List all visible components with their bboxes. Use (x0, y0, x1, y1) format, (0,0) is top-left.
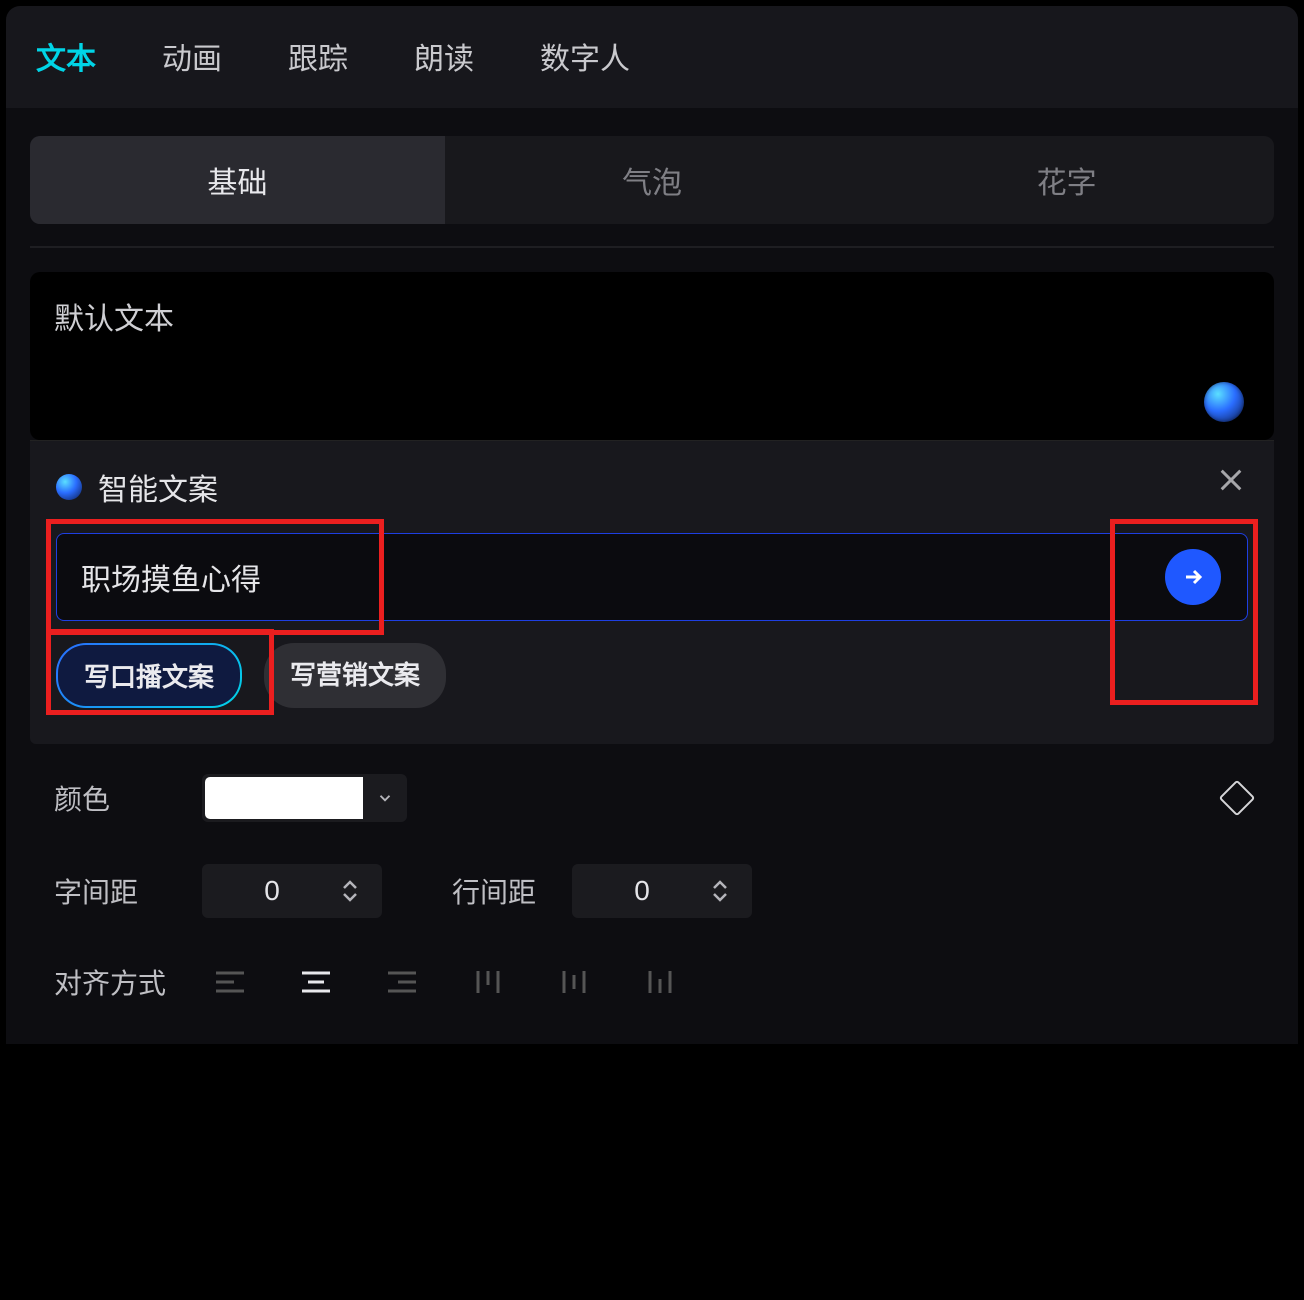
smart-copy-header: 智能文案 (56, 465, 1248, 509)
chip-broadcast-copy[interactable]: 写口播文案 (56, 643, 242, 708)
letter-spacing-field[interactable]: 0 (202, 864, 382, 918)
color-swatch (205, 777, 363, 819)
line-spacing-stepper[interactable] (712, 880, 752, 902)
alignment-label: 对齐方式 (54, 962, 202, 1002)
alignment-row: 对齐方式 (54, 960, 1250, 1004)
letter-spacing-value: 0 (202, 875, 342, 907)
align-right-button[interactable] (374, 960, 430, 1004)
sub-tab-basic[interactable]: 基础 (30, 136, 445, 224)
smart-copy-popup: 智能文案 (30, 440, 1274, 744)
prompt-chips-row: 写口播文案 写营销文案 (56, 643, 1248, 708)
smart-input-row (56, 533, 1248, 621)
arrow-right-icon (1181, 565, 1205, 589)
chevron-up-icon (342, 880, 358, 890)
color-label: 颜色 (54, 778, 202, 818)
vertical-top-icon (472, 969, 504, 995)
vertical-align-top-button[interactable] (460, 960, 516, 1004)
vertical-align-middle-button[interactable] (546, 960, 602, 1004)
panel-body: 基础 气泡 花字 默认文本 智能文案 (6, 108, 1298, 1044)
align-left-icon (214, 969, 246, 995)
tab-text[interactable]: 文本 (36, 34, 96, 78)
align-center-button[interactable] (288, 960, 344, 1004)
color-dropdown-caret[interactable] (363, 789, 407, 807)
text-content-value: 默认文本 (54, 294, 1250, 338)
vertical-align-bottom-button[interactable] (632, 960, 688, 1004)
chip-marketing-copy[interactable]: 写营销文案 (264, 643, 446, 708)
color-row: 颜色 (54, 774, 1250, 822)
divider (30, 246, 1274, 248)
tab-digital-human[interactable]: 数字人 (540, 34, 630, 78)
tab-read-aloud[interactable]: 朗读 (414, 34, 474, 78)
tab-tracking[interactable]: 跟踪 (288, 34, 348, 78)
tab-animation[interactable]: 动画 (162, 34, 222, 78)
close-icon (1217, 466, 1245, 494)
close-button[interactable] (1214, 463, 1248, 497)
sub-tab-bar: 基础 气泡 花字 (30, 136, 1274, 224)
letter-spacing-stepper[interactable] (342, 880, 382, 902)
submit-button[interactable] (1165, 549, 1221, 605)
line-spacing-label: 行间距 (452, 871, 572, 911)
line-spacing-value: 0 (572, 875, 712, 907)
ai-orb-icon[interactable] (1204, 382, 1244, 422)
chevron-up-icon (712, 880, 728, 890)
chevron-down-icon (376, 789, 394, 807)
alignment-buttons (202, 960, 688, 1004)
chevron-down-icon (712, 892, 728, 902)
vertical-bottom-icon (644, 969, 676, 995)
align-right-icon (386, 969, 418, 995)
smart-copy-title: 智能文案 (98, 465, 218, 509)
line-spacing-field[interactable]: 0 (572, 864, 752, 918)
letter-spacing-label: 字间距 (54, 871, 202, 911)
align-left-button[interactable] (202, 960, 258, 1004)
keyframe-diamond-icon[interactable] (1219, 780, 1256, 817)
chevron-down-icon (342, 892, 358, 902)
text-content-card[interactable]: 默认文本 (30, 272, 1274, 440)
top-tab-bar: 文本 动画 跟踪 朗读 数字人 (6, 6, 1298, 108)
text-options: 颜色 字间距 0 行间距 0 (30, 744, 1274, 1004)
spacing-row: 字间距 0 行间距 0 (54, 864, 1250, 918)
sub-tab-fancy[interactable]: 花字 (859, 136, 1274, 224)
color-picker[interactable] (202, 774, 407, 822)
align-center-icon (300, 969, 332, 995)
smart-copy-input[interactable] (81, 560, 1179, 594)
smart-input-wrap (56, 533, 1248, 621)
ai-orb-small-icon (56, 474, 82, 500)
sub-tab-bubble[interactable]: 气泡 (445, 136, 860, 224)
vertical-middle-icon (558, 969, 590, 995)
